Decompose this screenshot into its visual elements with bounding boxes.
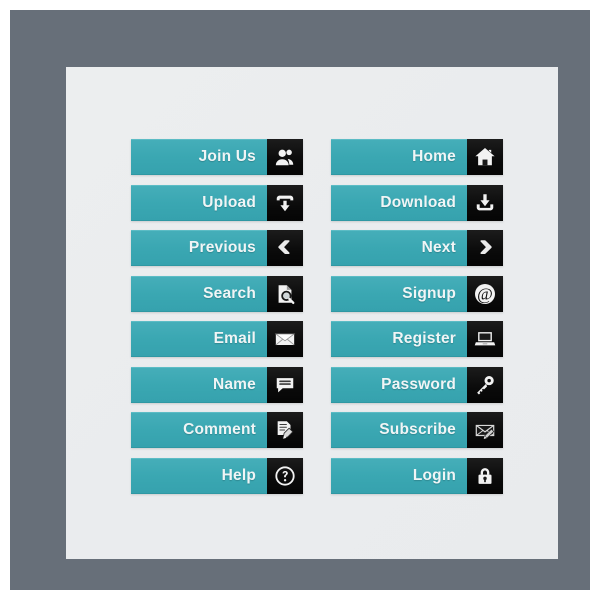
document-magnifier-icon [267,275,303,312]
button-subscribe-label: Subscribe [331,412,467,448]
house-icon [467,139,503,175]
button-comment[interactable]: Comment [131,412,303,448]
button-previous[interactable]: Previous [131,230,303,266]
at-sign-icon: @ [467,275,503,312]
button-register[interactable]: Register [331,321,503,357]
button-upload[interactable]: Upload [131,184,303,221]
arrow-right-icon [467,230,503,266]
button-password[interactable]: Password [331,366,503,403]
button-subscribe[interactable]: Subscribe [331,412,503,448]
button-signup[interactable]: Signup @ [331,275,503,312]
button-email-label: Email [131,321,267,357]
button-help[interactable]: Help [131,457,303,494]
screenshot-root: Join Us Upload Previous Search Email Nam… [0,0,600,600]
speech-bubble-icon [267,366,303,403]
button-name-label: Name [131,366,267,403]
button-home-label: Home [331,139,467,175]
button-login[interactable]: Login [331,457,503,494]
button-previous-label: Previous [131,230,267,266]
upload-arrow-icon [267,184,303,221]
key-icon [467,366,503,403]
button-panel: Join Us Upload Previous Search Email Nam… [66,67,558,559]
right-button-column: Home Download Next Signup @ Register Pas… [331,139,503,509]
button-join-us[interactable]: Join Us [131,139,303,175]
button-columns: Join Us Upload Previous Search Email Nam… [131,139,503,509]
button-login-label: Login [331,457,467,494]
slate-frame: Join Us Upload Previous Search Email Nam… [10,10,590,590]
button-register-label: Register [331,321,467,357]
download-arrow-icon [467,184,503,221]
button-next-label: Next [331,230,467,266]
button-signup-label: Signup [331,275,467,312]
laptop-icon [467,321,503,357]
button-search[interactable]: Search [131,275,303,312]
arrow-left-icon [267,230,303,266]
button-download[interactable]: Download [331,184,503,221]
button-next[interactable]: Next [331,230,503,266]
button-search-label: Search [131,275,267,312]
button-home[interactable]: Home [331,139,503,175]
button-password-label: Password [331,366,467,403]
question-mark-circle-icon [267,457,303,494]
button-email[interactable]: Email [131,321,303,357]
users-icon [267,139,303,175]
button-join-us-label: Join Us [131,139,267,175]
button-download-label: Download [331,184,467,221]
svg-text:@: @ [477,284,493,303]
button-name[interactable]: Name [131,366,303,403]
envelope-icon [267,321,303,357]
left-button-column: Join Us Upload Previous Search Email Nam… [131,139,303,509]
button-comment-label: Comment [131,412,267,448]
padlock-icon [467,457,503,494]
button-help-label: Help [131,457,267,494]
document-pen-icon [267,412,303,448]
envelope-pen-icon [467,412,503,448]
button-upload-label: Upload [131,184,267,221]
